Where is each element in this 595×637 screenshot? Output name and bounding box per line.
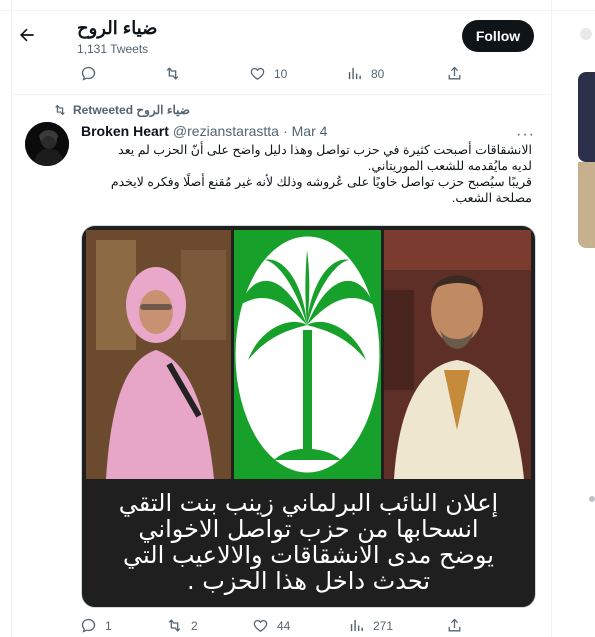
tweet-image[interactable]: إعلان النائب البرلماني زينب بنت التقي ان… — [81, 225, 536, 608]
trend-thumbnail[interactable] — [578, 162, 595, 248]
share-icon — [448, 66, 461, 80]
like-button[interactable]: 10 — [249, 65, 287, 82]
retweet-button[interactable] — [164, 65, 189, 82]
share-icon — [448, 618, 461, 632]
author-name[interactable]: Broken Heart — [81, 123, 169, 139]
tweet-count: 1,131 Tweets — [77, 42, 149, 56]
scrollbar-thumb[interactable] — [589, 496, 595, 502]
views-count: 271 — [373, 618, 394, 633]
tweet-date[interactable]: Mar 4 — [292, 123, 328, 139]
views-button[interactable]: 271 — [348, 617, 393, 634]
views-button[interactable]: 80 — [346, 65, 384, 82]
party-logo-image — [234, 230, 381, 479]
retweet-icon — [168, 619, 181, 632]
image-caption: إعلان النائب البرلماني زينب بنت التقي ان… — [82, 482, 535, 602]
like-count: 10 — [274, 66, 288, 81]
trend-thumbnail[interactable] — [578, 72, 595, 162]
author-handle[interactable]: @rezianstarastta — [173, 123, 279, 139]
caption-line: يوضح مدى الانشقاقات والالاعيب التي — [123, 541, 494, 569]
reply-icon — [81, 66, 96, 81]
reply-icon — [81, 618, 96, 633]
retweet-icon — [166, 67, 179, 80]
photo-right — [384, 230, 531, 479]
tweet-text: الانشقاقات أصبحت كثيرة في حزب تواصل وهذا… — [81, 142, 532, 206]
search-icon[interactable] — [580, 28, 592, 40]
section-divider — [11, 94, 551, 95]
avatar-image — [25, 122, 69, 166]
retweet-icon — [55, 104, 65, 116]
reply-button[interactable] — [80, 65, 105, 82]
profile-name: ضياء الروح — [77, 18, 158, 38]
follow-button[interactable]: Follow — [462, 20, 534, 52]
avatar[interactable] — [25, 122, 69, 166]
photo-left — [86, 230, 231, 479]
tweet-text-line: مصلحة الشعب. — [451, 191, 532, 205]
tweet-header: Broken Heart @rezianstarastta · Mar 4 — [81, 123, 327, 139]
retweet-count: 2 — [191, 618, 198, 633]
retweeted-indicator: ضياء الروح Retweeted — [53, 103, 190, 117]
caption-line: انسحابها من حزب تواصل الاخواني — [138, 515, 479, 543]
caption-line: تحدث داخل هذا الحزب . — [186, 567, 431, 595]
tweet-text-line: لديه مايُقدمه للشعب الموريتاني. — [367, 159, 532, 173]
like-icon — [253, 619, 268, 632]
reply-count: 1 — [105, 618, 112, 633]
reply-button[interactable]: 1 — [80, 617, 112, 634]
retweet-button[interactable]: 2 — [166, 617, 198, 634]
back-arrow-icon[interactable] — [17, 25, 37, 45]
top-divider — [0, 10, 595, 11]
caption-line: إعلان النائب البرلماني زينب بنت التقي — [118, 489, 499, 517]
tweet-text-line: قريبًا سيُصبح حزب تواصل خاويًا على عُروش… — [110, 175, 532, 189]
header-separator: · — [282, 123, 288, 139]
like-icon — [250, 67, 265, 80]
views-icon — [350, 619, 363, 632]
tweet-text-line: الانشقاقات أصبحت كثيرة في حزب تواصل وهذا… — [118, 143, 532, 157]
views-count: 80 — [371, 66, 385, 81]
share-button[interactable] — [446, 617, 463, 634]
like-button[interactable]: 44 — [252, 617, 290, 634]
like-count: 44 — [277, 618, 291, 633]
retweeted-by[interactable]: ضياء الروح Retweeted — [73, 103, 190, 117]
share-button[interactable] — [446, 65, 463, 82]
views-icon — [348, 67, 361, 80]
